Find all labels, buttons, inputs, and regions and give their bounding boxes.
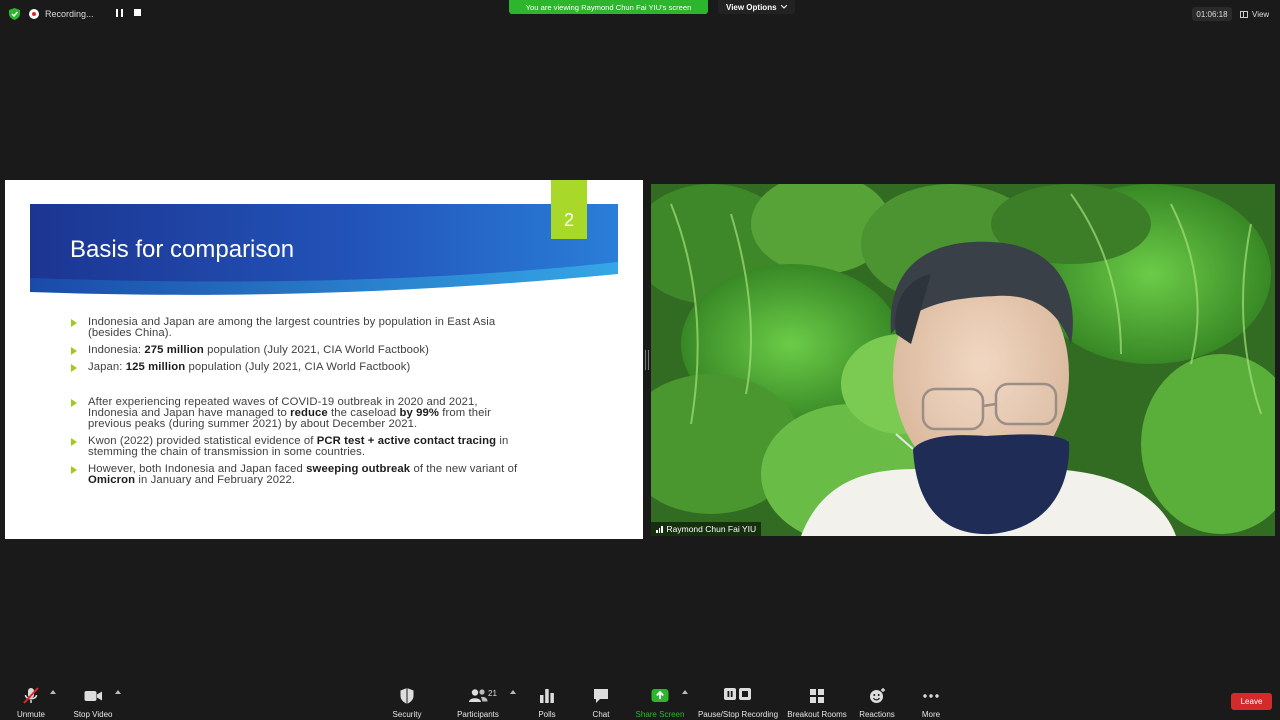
connection-signal-icon [656, 525, 663, 533]
more-button[interactable]: More [916, 682, 946, 720]
slide-bullet: After experiencing repeated waves of COV… [71, 396, 521, 430]
muted-microphone-icon [23, 687, 39, 704]
breakout-rooms-button[interactable]: Breakout Rooms [786, 682, 848, 720]
unmute-label: Unmute [16, 710, 45, 719]
participants-options-caret-icon[interactable] [510, 690, 516, 694]
participant-name-tag: Raymond Chun Fai YIU [651, 522, 762, 536]
meeting-toolbar: Unmute Stop Video Security Participants … [0, 682, 1280, 720]
shield-check-icon[interactable] [9, 8, 20, 20]
slide-bullet-list: Indonesia and Japan are among the larges… [71, 316, 521, 492]
slide-bullet-text: of the new variant of [410, 463, 518, 475]
slide-bullet: However, both Indonesia and Japan faced … [71, 463, 521, 486]
reactions-smiley-icon [870, 688, 885, 703]
security-button[interactable]: Security [390, 682, 424, 720]
viewing-screen-banner: You are viewing Raymond Chun Fai YIU's s… [509, 0, 708, 14]
shared-screen-slide: 2 Basis for comparison Indonesia and Jap… [5, 180, 643, 539]
share-screen-label: Share Screen [635, 710, 685, 719]
reactions-label: Reactions [859, 710, 895, 719]
share-screen-button[interactable]: Share Screen [634, 682, 686, 720]
leave-meeting-button[interactable]: Leave [1231, 693, 1272, 710]
chevron-down-icon [780, 5, 787, 9]
slide-bullet: Japan: 125 million population (July 2021… [71, 361, 521, 373]
view-button[interactable]: View [1240, 7, 1269, 21]
breakout-rooms-grid-icon [810, 689, 824, 703]
participants-label: Participants [457, 710, 499, 719]
top-bar: Recording... You are viewing Raymond Chu… [0, 0, 1280, 28]
slide-title: Basis for comparison [70, 236, 295, 263]
slide-bullet: Indonesia: 275 million population (July … [71, 344, 521, 356]
stop-video-label: Stop Video [73, 710, 113, 719]
slide-bullet: Indonesia and Japan are among the larges… [71, 316, 521, 339]
slide-bullet: Kwon (2022) provided statistical evidenc… [71, 435, 521, 458]
chat-bubble-icon [594, 689, 608, 703]
participant-video-tile[interactable]: Raymond Chun Fai YIU [651, 184, 1275, 536]
slide-number-badge: 2 [551, 180, 587, 239]
security-label: Security [392, 710, 422, 719]
pause-stop-recording-icon [724, 688, 751, 700]
slide-bullet-text: population (July 2021, CIA World Factboo… [203, 344, 429, 356]
view-options-button[interactable]: View Options [718, 0, 795, 14]
stop-recording-icon[interactable] [134, 9, 141, 16]
share-screen-arrow-icon [651, 689, 669, 702]
slide-bullet-emphasis: 275 million [144, 344, 204, 356]
polls-button[interactable]: Polls [533, 682, 561, 720]
participants-icon [469, 689, 488, 702]
chat-button[interactable]: Chat [587, 682, 615, 720]
more-label: More [921, 710, 941, 719]
audio-options-caret-icon[interactable] [50, 690, 56, 694]
breakout-rooms-label: Breakout Rooms [787, 710, 847, 719]
participants-button[interactable]: Participants [455, 682, 501, 720]
view-options-label: View Options [726, 2, 777, 12]
slide-bullet-text: Indonesia and Japan are among the larges… [88, 316, 496, 339]
slide-bullet-text: population (July 2021, CIA World Factboo… [185, 361, 411, 373]
participant-name: Raymond Chun Fai YIU [666, 524, 757, 534]
recording-indicator: Recording... [29, 5, 94, 23]
slide-bullet-emphasis: sweeping outbreak [306, 463, 411, 475]
pause-stop-recording-button[interactable]: Pause/Stop Recording [697, 682, 779, 720]
recording-label: Recording... [45, 9, 94, 19]
share-options-caret-icon[interactable] [682, 690, 688, 694]
participants-count: 21 [488, 689, 497, 698]
meeting-timer: 01:06:18 [1192, 7, 1232, 21]
slide-bullet-text: Indonesia: [88, 344, 145, 356]
slide-bullet-text: in January and February 2022. [135, 474, 296, 486]
gallery-view-icon [1240, 10, 1248, 18]
pause-stop-recording-label: Pause/Stop Recording [697, 710, 779, 719]
participant-video-feed [651, 184, 1275, 536]
slide-bullet-emphasis: 125 million [125, 361, 186, 373]
split-view-resize-handle[interactable] [645, 350, 649, 370]
polls-bar-chart-icon [540, 689, 554, 703]
video-camera-icon [84, 691, 102, 701]
slide-bullet-emphasis: Omicron [88, 474, 136, 486]
unmute-button[interactable]: Unmute [14, 682, 48, 720]
pause-recording-icon[interactable] [116, 9, 123, 17]
video-options-caret-icon[interactable] [115, 690, 121, 694]
chat-label: Chat [592, 710, 610, 719]
stop-video-button[interactable]: Stop Video [70, 682, 116, 720]
polls-label: Polls [538, 710, 556, 719]
security-shield-icon [400, 688, 414, 704]
reactions-button[interactable]: Reactions [857, 682, 897, 720]
view-label: View [1252, 9, 1270, 19]
recording-dot-icon [29, 9, 39, 19]
more-ellipsis-icon [923, 694, 939, 698]
slide-bullet-text: Japan: [88, 361, 126, 373]
